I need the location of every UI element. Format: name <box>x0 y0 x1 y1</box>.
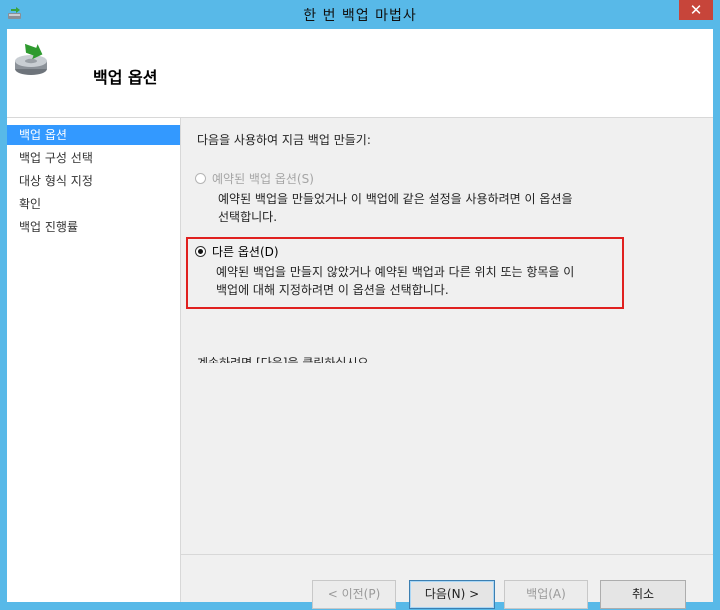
nav-step-confirm[interactable]: 확인 <box>7 194 180 214</box>
backup-button[interactable]: 백업(A) <box>504 580 588 609</box>
radio-unchecked-icon <box>195 173 206 184</box>
button-separator <box>181 554 713 555</box>
option-scheduled-radio[interactable]: 예약된 백업 옵션(S) <box>195 170 314 187</box>
title-bar[interactable]: 한 번 백업 마법사 ✕ <box>0 0 720 29</box>
cancel-button[interactable]: 취소 <box>600 580 686 609</box>
page-title: 백업 옵션 <box>93 68 158 87</box>
radio-checked-icon <box>195 246 206 257</box>
option-different-description: 예약된 백업을 만들지 않았거나 예약된 백업과 다른 위치 또는 항목을 이 … <box>216 263 616 299</box>
option-scheduled-desc-line1: 예약된 백업을 만들었거나 이 백업에 같은 설정을 사용하려면 이 옵션을 <box>218 192 573 206</box>
nav-step-progress[interactable]: 백업 진행률 <box>7 217 180 237</box>
option-scheduled-label: 예약된 백업 옵션(S) <box>212 172 314 186</box>
option-different-desc-line2: 백업에 대해 지정하려면 이 옵션을 선택합니다. <box>216 283 449 297</box>
wizard-header: 백업 옵션 <box>7 29 713 118</box>
nav-step-destination-type[interactable]: 대상 형식 지정 <box>7 171 180 191</box>
option-different-label: 다른 옵션(D) <box>212 245 279 259</box>
option-different-desc-line1: 예약된 백업을 만들지 않았거나 예약된 백업과 다른 위치 또는 항목을 이 <box>216 265 575 279</box>
close-button[interactable]: ✕ <box>679 0 713 20</box>
backup-drive-icon <box>15 43 47 75</box>
next-button[interactable]: 다음(N) > <box>409 580 495 609</box>
wizard-step-nav: 백업 옵션 백업 구성 선택 대상 형식 지정 확인 백업 진행률 <box>7 118 180 602</box>
nav-step-select-config[interactable]: 백업 구성 선택 <box>7 148 180 168</box>
prev-button[interactable]: < 이전(P) <box>312 580 396 609</box>
option-different-radio[interactable]: 다른 옵션(D) <box>195 243 279 260</box>
continue-instruction: 계속하려면 [다음]을 클릭하십시오 <box>197 356 369 363</box>
nav-step-backup-options[interactable]: 백업 옵션 <box>7 125 180 145</box>
instruction-text: 다음을 사용하여 지금 백업 만들기: <box>197 133 371 147</box>
window-title: 한 번 백업 마법사 <box>303 8 417 24</box>
option-scheduled-description: 예약된 백업을 만들었거나 이 백업에 같은 설정을 사용하려면 이 옵션을 선… <box>218 190 638 226</box>
wizard-client-area: 백업 옵션 백업 옵션 백업 구성 선택 대상 형식 지정 확인 백업 진행률 … <box>7 29 713 609</box>
option-scheduled-desc-line2: 선택합니다. <box>218 210 278 224</box>
wizard-window: 한 번 백업 마법사 ✕ 백업 옵션 백업 옵션 백업 구성 선택 대상 형식 … <box>0 0 720 610</box>
wizard-content: 다음을 사용하여 지금 백업 만들기: 예약된 백업 옵션(S) 예약된 백업을… <box>180 118 713 609</box>
